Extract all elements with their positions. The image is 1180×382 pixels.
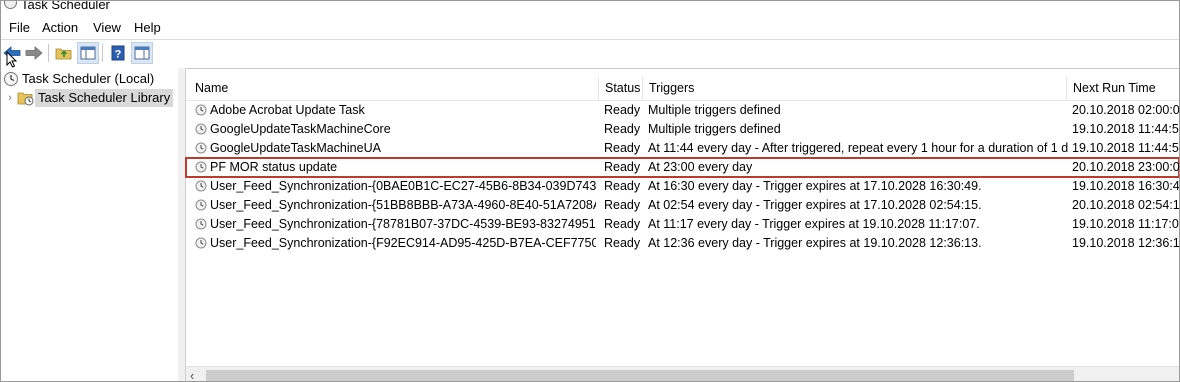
tree-item-task-scheduler-local[interactable]: Task Scheduler (Local) — [3, 70, 157, 88]
chevron-right-icon[interactable]: › — [5, 92, 15, 104]
pane-splitter[interactable] — [178, 68, 186, 381]
table-row[interactable]: Adobe Acrobat Update Task Ready Multiple t… — [186, 101, 1179, 120]
task-name-cell: Adobe Acrobat Update Task — [210, 103, 365, 117]
show-hide-action-pane-button[interactable] — [131, 42, 153, 64]
task-clock-icon — [195, 142, 207, 154]
forward-button[interactable] — [23, 42, 45, 64]
task-triggers-cell: At 02:54 every day - Trigger expires at … — [648, 198, 982, 212]
horizontal-scrollbar[interactable]: ‹ — [186, 366, 1179, 381]
table-row[interactable]: User_Feed_Synchronization-{0BAE0B1C-EC27… — [186, 177, 1179, 196]
folder-clock-icon — [17, 92, 34, 106]
task-next-run-cell: 19.10.2018 11:44:57 — [1072, 141, 1179, 155]
task-name-cell: User_Feed_Synchronization-{F92EC914-AD95… — [210, 236, 596, 250]
toolbar: ? — [1, 40, 1179, 68]
task-triggers-cell: At 11:17 every day - Trigger expires at … — [648, 217, 980, 231]
scroll-thumb[interactable] — [206, 370, 1074, 381]
task-clock-icon — [195, 199, 207, 211]
up-one-level-button[interactable] — [53, 42, 75, 64]
task-status-cell: Ready — [604, 122, 641, 136]
console-tree-icon — [80, 46, 96, 60]
task-next-run-cell: 19.10.2018 11:17:07 — [1072, 217, 1179, 231]
task-status-cell: Ready — [604, 141, 641, 155]
task-clock-icon — [195, 123, 207, 135]
task-status-cell: Ready — [604, 179, 641, 193]
menu-action[interactable]: Action — [40, 20, 80, 36]
task-triggers-cell: At 23:00 every day — [648, 160, 753, 174]
task-name-cell: User_Feed_Synchronization-{51BB8BBB-A73A… — [210, 198, 596, 212]
task-status-cell: Ready — [604, 236, 641, 250]
task-triggers-cell: At 11:44 every day - After triggered, re… — [648, 141, 1068, 155]
menu-bar: File Action View Help — [1, 17, 1179, 40]
task-next-run-cell: 19.10.2018 16:30:49 — [1072, 179, 1179, 193]
console-tree: Task Scheduler (Local) › Task Scheduler … — [1, 68, 179, 381]
task-next-run-cell: 19.10.2018 11:44:57 — [1072, 122, 1179, 136]
clock-icon — [4, 1, 17, 9]
svg-text:?: ? — [115, 49, 122, 61]
task-triggers-cell: Multiple triggers defined — [648, 103, 781, 117]
toolbar-separator — [48, 44, 49, 62]
task-triggers-cell: At 12:36 every day - Trigger expires at … — [648, 236, 982, 250]
menu-view[interactable]: View — [91, 20, 123, 36]
task-status-cell: Ready — [604, 160, 641, 174]
clock-icon — [4, 72, 18, 86]
task-name-cell: GoogleUpdateTaskMachineCore — [210, 122, 391, 136]
task-list-header: Name Status Triggers Next Run Time — [186, 77, 1179, 101]
menu-help[interactable]: Help — [132, 20, 163, 36]
column-header-next-run-time[interactable]: Next Run Time — [1067, 77, 1179, 100]
tree-item-task-scheduler-library[interactable]: › Task Scheduler Library — [5, 89, 174, 107]
task-scheduler-window: Task Scheduler File Action View Help ? T… — [0, 0, 1180, 382]
window-title: Task Scheduler — [21, 0, 110, 12]
task-clock-icon — [195, 161, 207, 173]
menu-file[interactable]: File — [7, 20, 32, 36]
action-pane-icon — [134, 46, 150, 60]
forward-arrow-icon — [25, 46, 43, 60]
task-list-pane: Name Status Triggers Next Run Time Adobe… — [185, 68, 1179, 381]
task-name-cell: PF MOR status update — [210, 160, 338, 174]
table-row[interactable]: GoogleUpdateTaskMachineCore Ready Multiple… — [186, 120, 1179, 139]
mouse-cursor-icon — [6, 51, 18, 68]
task-name-cell: User_Feed_Synchronization-{0BAE0B1C-EC27… — [210, 179, 596, 193]
task-name-cell: GoogleUpdateTaskMachineUA — [210, 141, 381, 155]
table-row[interactable]: GoogleUpdateTaskMachineUA Ready At 11:44 e… — [186, 139, 1179, 158]
table-row[interactable]: PF MOR status update Ready At 23:00 every … — [185, 157, 1179, 178]
scroll-left-icon[interactable]: ‹ — [190, 367, 202, 381]
task-clock-icon — [195, 180, 207, 192]
column-header-name[interactable]: Name — [189, 77, 599, 100]
task-clock-icon — [195, 218, 207, 230]
task-triggers-cell: Multiple triggers defined — [648, 122, 781, 136]
task-next-run-cell: 19.10.2018 12:36:13 — [1072, 236, 1179, 250]
help-button[interactable]: ? — [107, 42, 129, 64]
title-bar: Task Scheduler — [1, 1, 1179, 15]
help-icon: ? — [111, 45, 125, 61]
table-row[interactable]: User_Feed_Synchronization-{F92EC914-AD95… — [186, 234, 1179, 253]
tree-item-label: Task Scheduler (Local) — [22, 71, 155, 86]
task-next-run-cell: 20.10.2018 02:00:00 — [1072, 103, 1179, 117]
column-header-triggers[interactable]: Triggers — [643, 77, 1067, 100]
toolbar-separator — [102, 44, 103, 62]
column-header-status[interactable]: Status — [599, 77, 643, 100]
task-next-run-cell: 20.10.2018 02:54:15 — [1072, 198, 1179, 212]
task-name-cell: User_Feed_Synchronization-{78781B07-37DC… — [210, 217, 596, 231]
table-row[interactable]: User_Feed_Synchronization-{51BB8BBB-A73A… — [186, 196, 1179, 215]
tree-item-label: Task Scheduler Library — [35, 89, 174, 107]
show-hide-console-tree-button[interactable] — [77, 42, 99, 64]
task-status-cell: Ready — [604, 217, 641, 231]
folder-up-icon — [55, 48, 72, 60]
task-clock-icon — [195, 237, 207, 249]
task-status-cell: Ready — [604, 198, 641, 212]
table-row[interactable]: User_Feed_Synchronization-{78781B07-37DC… — [186, 215, 1179, 234]
task-status-cell: Ready — [604, 103, 641, 117]
task-triggers-cell: At 16:30 every day - Trigger expires at … — [648, 179, 982, 193]
task-next-run-cell: 20.10.2018 23:00:00 — [1072, 160, 1179, 174]
task-clock-icon — [195, 104, 207, 116]
